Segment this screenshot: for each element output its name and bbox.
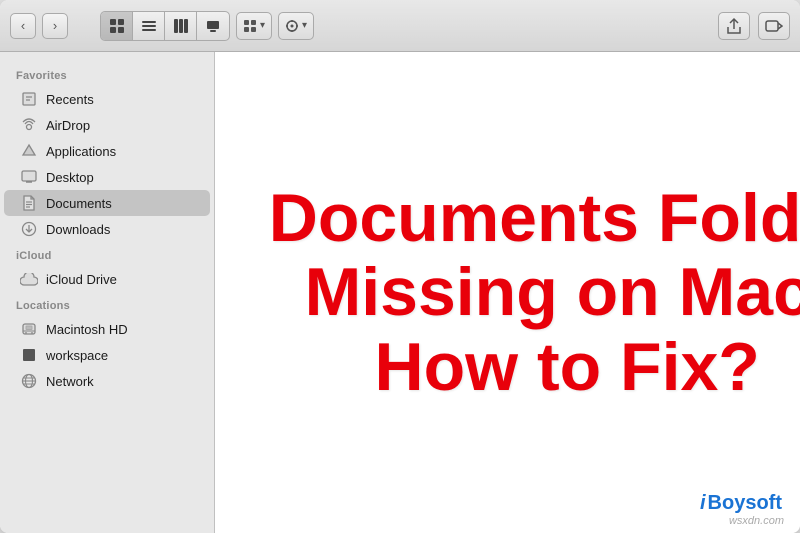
view-column-button[interactable] [165, 12, 197, 40]
desktop-label: Desktop [46, 170, 94, 185]
icloud-drive-icon [20, 270, 38, 288]
icloud-drive-label: iCloud Drive [46, 272, 117, 287]
airdrop-label: AirDrop [46, 118, 90, 133]
recents-icon [20, 90, 38, 108]
content-area: Documents Folder Missing on Mac, How to … [215, 52, 800, 533]
view-grid-button[interactable] [101, 12, 133, 40]
watermark: wsxdn.com [729, 515, 784, 527]
view-list-button[interactable] [133, 12, 165, 40]
sidebar-item-workspace[interactable]: workspace [4, 342, 210, 368]
applications-label: Applications [46, 144, 116, 159]
network-label: Network [46, 374, 94, 389]
forward-button[interactable]: › [42, 13, 68, 39]
sidebar-item-downloads[interactable]: Downloads [4, 216, 210, 242]
view-cover-button[interactable] [197, 12, 229, 40]
toolbar: ‹ › [0, 0, 800, 52]
recents-label: Recents [46, 92, 94, 107]
arrange-arrow: ▾ [260, 20, 265, 31]
macintosh-hd-label: Macintosh HD [46, 322, 128, 337]
iboysoft-name: Boysoft [708, 492, 782, 515]
workspace-label: workspace [46, 348, 108, 363]
workspace-icon [20, 346, 38, 364]
sidebar-item-recents[interactable]: Recents [4, 86, 210, 112]
action-arrow: ▾ [302, 20, 307, 31]
sidebar-item-airdrop[interactable]: AirDrop [4, 112, 210, 138]
favorites-label: Favorites [0, 62, 214, 86]
documents-label: Documents [46, 196, 112, 211]
downloads-label: Downloads [46, 222, 110, 237]
icloud-label: iCloud [0, 242, 214, 266]
sidebar-item-applications[interactable]: Applications [4, 138, 210, 164]
toolbar-right [718, 12, 790, 40]
arrange-dropdown[interactable]: ▾ [236, 12, 272, 40]
sidebar-item-documents[interactable]: Documents [4, 190, 210, 216]
documents-icon [20, 194, 38, 212]
locations-label: Locations [0, 292, 214, 316]
sidebar-item-macintosh-hd[interactable]: Macintosh HD [4, 316, 210, 342]
sidebar: Favorites Recents [0, 52, 215, 533]
tag-button[interactable] [758, 12, 790, 40]
network-icon [20, 372, 38, 390]
macintosh-hd-icon [20, 320, 38, 338]
share-button[interactable] [718, 12, 750, 40]
view-switcher [100, 11, 230, 41]
desktop-icon [20, 168, 38, 186]
applications-icon [20, 142, 38, 160]
overlay-line2: Missing on Mac, [269, 255, 800, 330]
airdrop-icon [20, 116, 38, 134]
overlay-line3: How to Fix? [269, 330, 800, 405]
overlay-text: Documents Folder Missing on Mac, How to … [269, 180, 800, 404]
sidebar-item-icloud-drive[interactable]: iCloud Drive [4, 266, 210, 292]
iboysoft-prefix: i [700, 492, 706, 515]
back-button[interactable]: ‹ [10, 13, 36, 39]
sidebar-item-network[interactable]: Network [4, 368, 210, 394]
action-dropdown[interactable]: ▾ [278, 12, 314, 40]
sidebar-item-desktop[interactable]: Desktop [4, 164, 210, 190]
overlay-line1: Documents Folder [269, 180, 800, 255]
finder-window: ‹ › [0, 0, 800, 533]
iboysoft-brand: iBoysoft [700, 492, 782, 515]
downloads-icon [20, 220, 38, 238]
main-area: Favorites Recents [0, 52, 800, 533]
